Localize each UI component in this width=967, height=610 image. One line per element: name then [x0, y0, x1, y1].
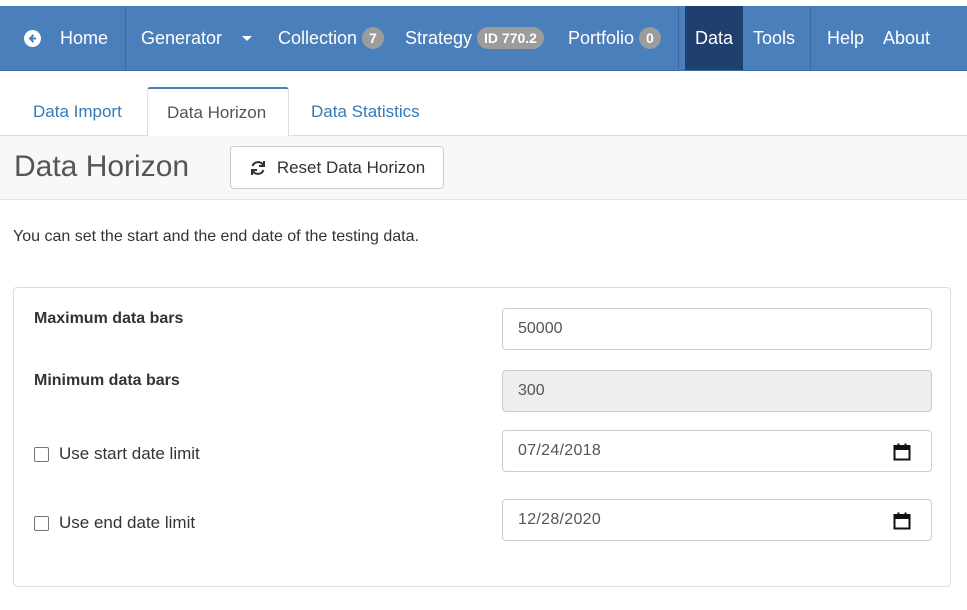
min-bars-value: 300 — [518, 382, 545, 399]
nav-tools-label: Tools — [753, 27, 796, 48]
nav-strategy[interactable]: Strategy ID 770.2 — [405, 6, 544, 70]
refresh-icon — [250, 160, 265, 175]
collection-count-badge: 7 — [362, 27, 384, 49]
nav-tools[interactable]: Tools — [753, 6, 795, 70]
reset-data-horizon-button[interactable]: Reset Data Horizon — [230, 146, 444, 189]
back-arrow-icon — [24, 29, 41, 47]
nav-generator-label: Generator — [141, 27, 223, 48]
start-date-limit-checkbox[interactable] — [34, 446, 49, 462]
nav-home-label: Home — [60, 27, 109, 48]
tab-label: Data Horizon — [167, 102, 267, 122]
start-date-value: 07/24/2018 — [518, 442, 602, 459]
min-bars-label: Minimum data bars — [34, 372, 180, 389]
start-date-limit-option[interactable]: Use start date limit — [34, 444, 200, 464]
strategy-id-badge: ID 770.2 — [477, 27, 544, 49]
tab-label: Data Statistics — [311, 101, 420, 121]
nav-strategy-label: Strategy — [405, 27, 473, 48]
nav-data-label: Data — [694, 27, 734, 48]
generator-dropdown-toggle[interactable] — [242, 6, 252, 70]
nav-portfolio[interactable]: Portfolio 0 — [568, 6, 661, 70]
portfolio-count-badge: 0 — [639, 27, 661, 49]
nav-divider — [810, 6, 811, 70]
max-bars-label: Maximum data bars — [34, 310, 184, 327]
end-date-limit-label: Use end date limit — [59, 513, 196, 532]
page-title: Data Horizon — [14, 150, 190, 183]
min-bars-input: 300 — [502, 370, 932, 412]
nav-about[interactable]: About — [883, 6, 930, 70]
chevron-down-icon — [242, 35, 252, 41]
nav-data[interactable]: Data — [685, 6, 743, 70]
tab-data-statistics[interactable]: Data Statistics — [292, 87, 439, 136]
start-date-input[interactable]: 07/24/2018 — [502, 430, 932, 472]
data-horizon-panel: Maximum data bars 50000 Minimum data bar… — [13, 287, 951, 587]
reset-button-label: Reset Data Horizon — [276, 157, 426, 177]
nav-generator[interactable]: Generator — [141, 6, 222, 70]
nav-collection-label: Collection — [278, 27, 358, 48]
tab-bar: Data Import Data Horizon Data Statistics — [0, 71, 967, 137]
nav-divider — [125, 6, 126, 70]
page-header: Data Horizon Reset Data Horizon — [0, 136, 967, 200]
end-date-limit-checkbox[interactable] — [34, 515, 49, 531]
max-bars-input[interactable]: 50000 — [502, 308, 932, 350]
nav-help[interactable]: Help — [827, 6, 864, 70]
start-date-limit-label: Use start date limit — [59, 444, 200, 463]
end-date-input[interactable]: 12/28/2020 — [502, 499, 932, 541]
max-bars-value: 50000 — [518, 320, 563, 337]
calendar-icon[interactable] — [893, 443, 911, 461]
nav-collection[interactable]: Collection 7 — [278, 6, 384, 70]
tab-data-import[interactable]: Data Import — [14, 87, 141, 136]
page-description: You can set the start and the end date o… — [13, 228, 419, 245]
end-date-limit-option[interactable]: Use end date limit — [34, 513, 195, 533]
nav-portfolio-label: Portfolio — [568, 27, 635, 48]
top-navbar: Home Generator Collection 7 Strategy ID … — [0, 6, 967, 71]
calendar-icon[interactable] — [893, 512, 911, 530]
nav-about-label: About — [883, 27, 931, 48]
tab-data-horizon[interactable]: Data Horizon — [147, 87, 289, 137]
end-date-value: 12/28/2020 — [518, 511, 602, 528]
tab-label: Data Import — [33, 101, 122, 121]
nav-home[interactable]: Home — [24, 6, 108, 70]
nav-help-label: Help — [827, 27, 865, 48]
nav-divider — [678, 6, 679, 70]
